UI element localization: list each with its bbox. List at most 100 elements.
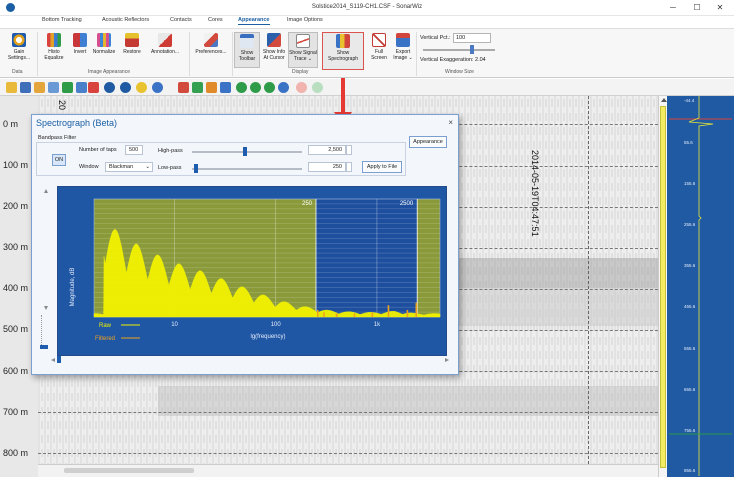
spectrograph-icon <box>336 34 350 48</box>
apply-to-file-button[interactable]: Apply to File <box>362 161 402 173</box>
chart-left-scroll-up[interactable] <box>44 189 48 193</box>
signal-value: -44.4 <box>684 98 695 103</box>
tab-acoustic-reflectors[interactable]: Acoustic Reflectors <box>102 17 149 23</box>
vertical-scrollbar[interactable] <box>658 96 667 477</box>
chart-left-scroll-down[interactable] <box>44 306 48 310</box>
depth-label: 400 m <box>3 283 29 293</box>
restore-icon <box>125 33 139 47</box>
vertical-pct-slider[interactable] <box>423 49 495 51</box>
open-icon[interactable] <box>6 82 17 93</box>
invert-button[interactable]: Invert <box>67 32 93 68</box>
scroll-thumb[interactable] <box>660 106 666 468</box>
tab-cores[interactable]: Cores <box>208 17 223 23</box>
low-pass-stepper[interactable] <box>346 162 352 172</box>
vertical-zoom-slider[interactable] <box>41 315 49 349</box>
appearance-button[interactable]: Appearance <box>409 136 447 148</box>
zoom-in-icon[interactable] <box>104 82 115 93</box>
vertical-pct-input[interactable]: 100 <box>453 33 491 43</box>
layers-icon[interactable] <box>62 82 73 93</box>
show-spectrograph-button[interactable]: Show Spectrograph <box>322 32 364 70</box>
signal-value: 755.6 <box>684 428 696 433</box>
low-pass-slider[interactable] <box>192 168 302 170</box>
invert-icon <box>73 33 87 47</box>
grid-icon[interactable] <box>48 82 59 93</box>
low-pass-thumb[interactable] <box>194 164 198 173</box>
export-label2: Image ⌄ <box>393 55 413 61</box>
export-image-button[interactable]: Export Image ⌄ <box>390 32 416 68</box>
tab-contacts[interactable]: Contacts <box>170 17 192 23</box>
chart-icon[interactable] <box>88 82 99 93</box>
redo-icon[interactable] <box>312 82 323 93</box>
measure-icon[interactable] <box>220 82 231 93</box>
horizontal-scrollbar[interactable] <box>38 464 658 477</box>
radar-icon[interactable] <box>278 82 289 93</box>
window-select-value: Blackman <box>109 164 134 170</box>
fit-icon[interactable] <box>178 82 189 93</box>
depth-label: 700 m <box>3 407 29 417</box>
restore-button[interactable]: Restore <box>119 32 145 68</box>
filter-on-button[interactable]: ON <box>52 154 66 166</box>
gain-settings-button[interactable]: Gain Settings... <box>6 32 32 68</box>
window-select[interactable]: Blackman ⌄ <box>105 162 153 172</box>
number-of-taps-input[interactable]: 500 <box>125 145 143 155</box>
colormap-icon[interactable] <box>206 82 217 93</box>
close-window-button[interactable]: ✕ <box>713 2 727 14</box>
tab-appearance[interactable]: Appearance <box>238 17 270 25</box>
full-screen-button[interactable]: Full Screen <box>366 32 392 68</box>
timestamp-label: 2014-05-19T04:47:51 <box>530 150 540 237</box>
target2-icon[interactable] <box>250 82 261 93</box>
chart-scroll-right[interactable] <box>445 358 449 362</box>
vertical-pct-thumb[interactable] <box>470 45 474 54</box>
crosshair-icon[interactable] <box>152 82 163 93</box>
table-icon[interactable] <box>76 82 87 93</box>
group-separator <box>37 32 38 76</box>
show-toolbar-button[interactable]: Show Toolbar <box>234 32 260 68</box>
full-screen-label2: Screen <box>371 55 387 61</box>
minimize-button[interactable]: ─ <box>666 2 680 14</box>
normalize-button[interactable]: Normalize <box>91 32 117 68</box>
vertical-zoom-thumb[interactable] <box>40 345 48 349</box>
depth-label: 800 m <box>3 448 29 458</box>
signal-trace-icon <box>296 34 310 48</box>
window-title: Solstice2014_S119-CH1.CSF - SonarWiz <box>311 4 423 10</box>
book-icon[interactable] <box>34 82 45 93</box>
chart-y-axis-label: Magnitude, dB <box>70 268 76 307</box>
boat-icon[interactable] <box>20 82 31 93</box>
depth-gridline <box>38 453 658 454</box>
title-bar: Solstice2014_S119-CH1.CSF - SonarWiz ─ ☐… <box>0 0 734 16</box>
annotation-button[interactable]: Annotation... <box>149 32 181 68</box>
normalize-icon <box>97 33 111 47</box>
histo-equalize-button[interactable]: Histo Equalize <box>41 32 67 68</box>
group-label-image-appearance: Image Appearance <box>88 69 130 75</box>
palette-icon[interactable] <box>192 82 203 93</box>
maximize-button[interactable]: ☐ <box>690 2 704 14</box>
high-pass-label: High-pass <box>158 148 183 154</box>
pan-icon[interactable] <box>136 82 147 93</box>
tab-image-options[interactable]: Image Options <box>287 17 323 23</box>
high-pass-input[interactable]: 2,500 <box>308 145 346 155</box>
show-info-at-cursor-button[interactable]: Show Info At Cursor <box>261 32 287 68</box>
show-signal-trace-button[interactable]: Show Signal Trace ⌄ <box>288 32 318 68</box>
tab-bottom-tracking[interactable]: Bottom Tracking <box>42 17 82 23</box>
zoom-out-icon[interactable] <box>120 82 131 93</box>
target-icon[interactable] <box>236 82 247 93</box>
preferences-button[interactable]: Preferences... <box>194 32 228 68</box>
histo-label2: Equalize <box>44 55 64 61</box>
ribbon: Gain Settings... Data Histo Equalize Inv… <box>0 28 734 78</box>
horizontal-scroll-thumb[interactable] <box>64 468 194 473</box>
signal-trace-svg <box>669 96 732 476</box>
target3-icon[interactable] <box>264 82 275 93</box>
low-pass-input[interactable]: 250 <box>308 162 346 172</box>
chart-scroll-left[interactable] <box>51 358 55 362</box>
dialog-close-button[interactable]: × <box>448 118 453 127</box>
high-pass-slider[interactable] <box>192 151 302 153</box>
undo-icon[interactable] <box>296 82 307 93</box>
depth-label: 200 m <box>3 201 29 211</box>
high-pass-stepper[interactable] <box>346 145 352 155</box>
high-pass-thumb[interactable] <box>243 147 247 156</box>
cursor-info-icon <box>267 33 281 47</box>
group-separator <box>189 32 190 76</box>
spectrograph-chart[interactable]: 10 100 1k 250 2500 Magnitude, dB lg(frequenc… <box>57 186 447 356</box>
low-pass-label: Low-pass <box>158 165 182 171</box>
x-tick-label: 1k <box>374 322 381 328</box>
